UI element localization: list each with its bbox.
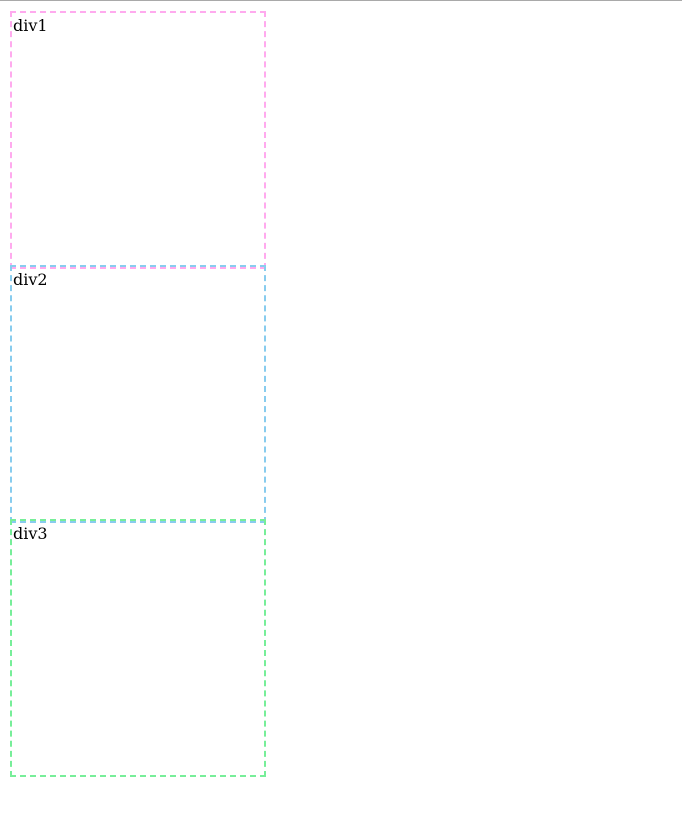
- div1-label: div1: [13, 16, 48, 35]
- div2-label: div2: [13, 270, 48, 289]
- top-divider-line: [0, 0, 682, 1]
- div3-label: div3: [13, 524, 48, 543]
- div1-box: div1: [10, 11, 266, 269]
- div3-box: div3: [10, 519, 266, 777]
- div2-box: div2: [10, 265, 266, 523]
